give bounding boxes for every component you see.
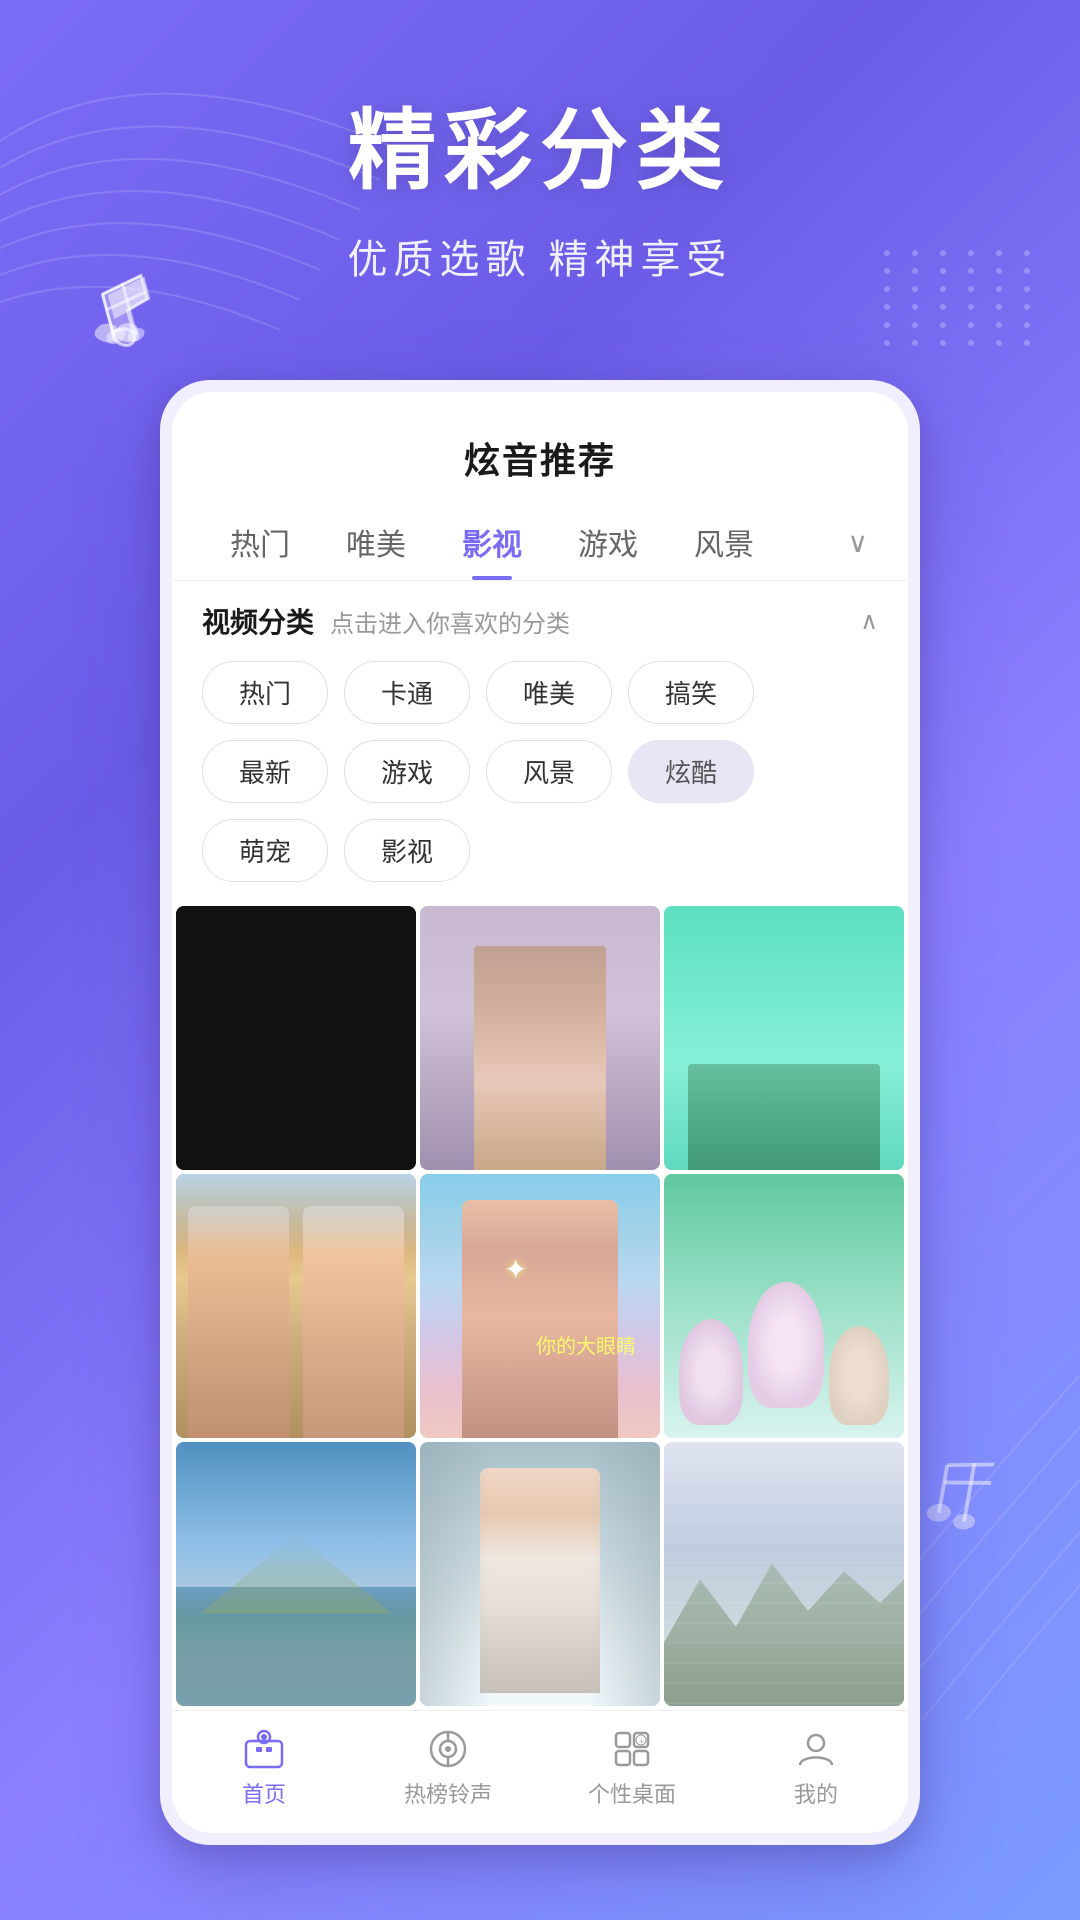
nav-label-desktop: 个性桌面 bbox=[588, 1777, 676, 1809]
app-header-title: 炫音推荐 bbox=[202, 432, 878, 484]
nav-ringtone-icon bbox=[426, 1727, 470, 1771]
video-thumb-2[interactable] bbox=[420, 906, 660, 1170]
nav-item-home[interactable]: 首页 bbox=[172, 1727, 356, 1809]
video-thumb-8[interactable] bbox=[420, 1442, 660, 1706]
video-grid: ✦ 你的大眼睛 bbox=[172, 902, 908, 1710]
page-subtitle: 优质选歌 精神享受 bbox=[0, 227, 1080, 285]
video-thumb-1[interactable] bbox=[176, 906, 416, 1170]
tag-pet[interactable]: 萌宠 bbox=[202, 819, 328, 882]
category-section: 视频分类 点击进入你喜欢的分类 ∧ 热门 卡通 唯美 搞笑 最新 游戏 风景 炫… bbox=[172, 581, 908, 902]
nav-mine-icon bbox=[794, 1727, 838, 1771]
tag-cartoon[interactable]: 卡通 bbox=[344, 661, 470, 724]
tag-game[interactable]: 游戏 bbox=[344, 740, 470, 803]
tag-funny[interactable]: 搞笑 bbox=[628, 661, 754, 724]
video-thumb-3[interactable] bbox=[664, 906, 904, 1170]
tabs-row: 热门 唯美 影视 游戏 风景 ∨ bbox=[172, 504, 908, 581]
nav-label-mine: 我的 bbox=[794, 1777, 838, 1809]
nav-item-mine[interactable]: 我的 bbox=[724, 1727, 908, 1809]
category-tags: 热门 卡通 唯美 搞笑 最新 游戏 风景 炫酷 萌宠 影视 bbox=[202, 661, 878, 882]
page-title: 精彩分类 bbox=[0, 80, 1080, 207]
tag-film[interactable]: 影视 bbox=[344, 819, 470, 882]
nav-label-home: 首页 bbox=[242, 1777, 286, 1809]
phone-inner: 炫音推荐 热门 唯美 影视 游戏 风景 ∨ 视频分类 点击进入你喜欢的分类 ∧ … bbox=[172, 392, 908, 1833]
tag-beauty[interactable]: 唯美 bbox=[486, 661, 612, 724]
tab-more-icon[interactable]: ∨ bbox=[838, 510, 879, 575]
bottom-nav: 首页 热榜铃声 + bbox=[172, 1710, 908, 1833]
phone-frame: 炫音推荐 热门 唯美 影视 游戏 风景 ∨ 视频分类 点击进入你喜欢的分类 ∧ … bbox=[160, 380, 920, 1845]
video-thumb-7[interactable] bbox=[176, 1442, 416, 1706]
category-header-left: 视频分类 点击进入你喜欢的分类 bbox=[202, 601, 570, 641]
tag-new[interactable]: 最新 bbox=[202, 740, 328, 803]
category-desc: 点击进入你喜欢的分类 bbox=[330, 604, 570, 639]
nav-desktop-icon: + bbox=[610, 1727, 654, 1771]
category-header: 视频分类 点击进入你喜欢的分类 ∧ bbox=[202, 601, 878, 641]
nav-home-icon bbox=[242, 1727, 286, 1771]
tab-scenery[interactable]: 风景 bbox=[666, 504, 782, 580]
nav-label-ringtone: 热榜铃声 bbox=[404, 1777, 492, 1809]
video-thumb-5[interactable]: ✦ 你的大眼睛 bbox=[420, 1174, 660, 1438]
nav-item-desktop[interactable]: + 个性桌面 bbox=[540, 1727, 724, 1809]
tag-cool[interactable]: 炫酷 bbox=[628, 740, 754, 803]
video-thumb-6[interactable] bbox=[664, 1174, 904, 1438]
header-section: 精彩分类 优质选歌 精神享受 bbox=[0, 80, 1080, 285]
tab-game[interactable]: 游戏 bbox=[550, 504, 666, 580]
app-header: 炫音推荐 bbox=[172, 392, 908, 504]
video-thumb-9[interactable] bbox=[664, 1442, 904, 1706]
video-thumb-4[interactable] bbox=[176, 1174, 416, 1438]
chevron-up-icon[interactable]: ∧ bbox=[860, 607, 878, 636]
tag-scenery[interactable]: 风景 bbox=[486, 740, 612, 803]
tab-film[interactable]: 影视 bbox=[434, 504, 550, 580]
tab-hot[interactable]: 热门 bbox=[202, 504, 318, 580]
category-label: 视频分类 bbox=[202, 601, 314, 641]
tab-beauty[interactable]: 唯美 bbox=[318, 504, 434, 580]
nav-item-ringtone[interactable]: 热榜铃声 bbox=[356, 1727, 540, 1809]
svg-text:+: + bbox=[639, 1737, 644, 1746]
tag-hot[interactable]: 热门 bbox=[202, 661, 328, 724]
